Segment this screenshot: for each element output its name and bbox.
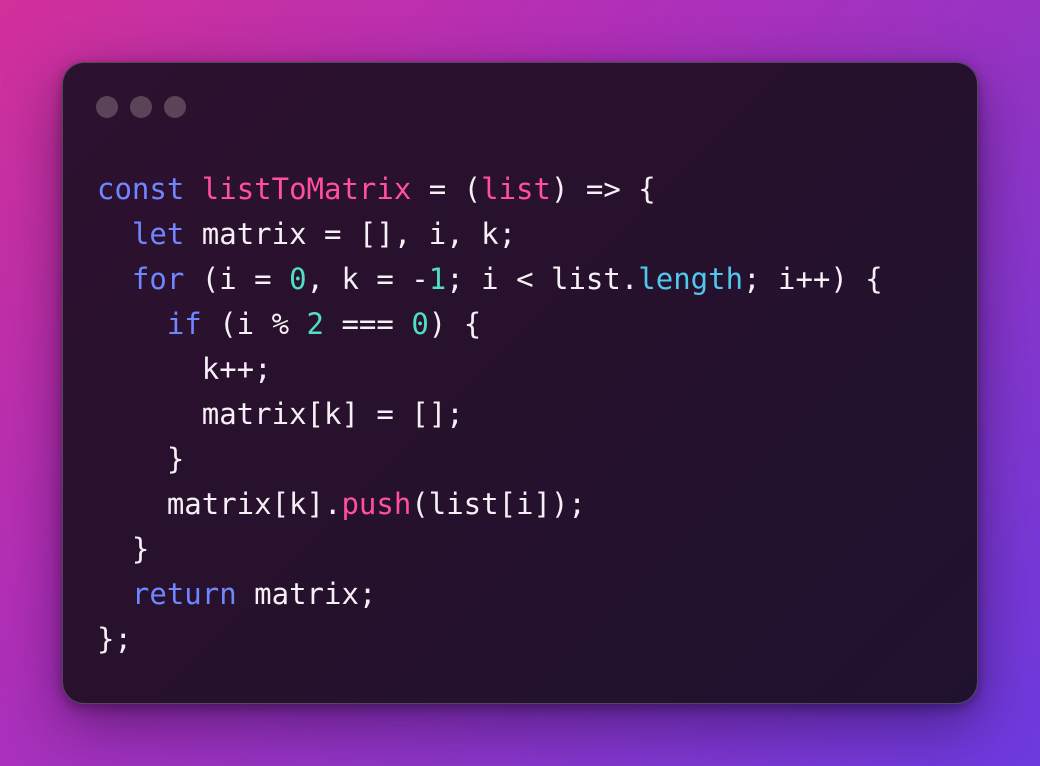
code-token: ; i < list. (446, 262, 639, 296)
code-line: }; (97, 617, 883, 662)
code-token: 1 (428, 262, 447, 296)
code-token: matrix[k] = []; (201, 397, 464, 431)
code-line: } (97, 527, 883, 572)
code-token: 0 (411, 307, 429, 341)
minimize-dot-icon[interactable] (130, 96, 152, 118)
code-token: list (481, 172, 551, 206)
code-token: const (97, 172, 185, 206)
code-line: matrix[k].push(list[i]); (97, 482, 883, 527)
code-token: length (638, 262, 744, 296)
code-token: push (341, 487, 412, 521)
code-token: for (131, 262, 185, 296)
code-token: matrix; (236, 577, 377, 611)
code-token: let (131, 217, 185, 251)
code-token: listToMatrix (201, 172, 412, 206)
code-line: if (i % 2 === 0) { (97, 302, 883, 347)
code-token: , k = - (306, 262, 429, 296)
code-token: (i % (201, 307, 307, 341)
code-line: } (97, 437, 883, 482)
code-token: k++; (201, 352, 272, 386)
code-line: matrix[k] = []; (97, 392, 883, 437)
code-token: matrix = [], i, k; (184, 217, 517, 251)
code-token: matrix[k]. (166, 487, 342, 521)
code-token: ; i++) { (743, 262, 883, 296)
code-token: 2 (306, 307, 324, 341)
window-controls (96, 96, 186, 118)
code-token: } (166, 442, 185, 476)
code-line: let matrix = [], i, k; (97, 212, 883, 257)
code-block: const listToMatrix = (list) => { let mat… (97, 167, 883, 662)
code-window: const listToMatrix = (list) => { let mat… (62, 62, 978, 704)
code-token: (i = (184, 262, 290, 296)
code-line: for (i = 0, k = -1; i < list.length; i++… (97, 257, 883, 302)
code-line: return matrix; (97, 572, 883, 617)
code-line: k++; (97, 347, 883, 392)
code-token: ) { (428, 307, 482, 341)
code-token: if (166, 307, 202, 341)
code-token: = ( (411, 172, 482, 206)
code-token: }; (97, 622, 132, 656)
code-token: (list[i]); (411, 487, 586, 521)
code-token: === (324, 307, 412, 341)
maximize-dot-icon[interactable] (164, 96, 186, 118)
code-line: const listToMatrix = (list) => { (97, 167, 883, 212)
code-token: } (131, 532, 150, 566)
close-dot-icon[interactable] (96, 96, 118, 118)
code-token: return (131, 577, 237, 611)
code-token: 0 (289, 262, 307, 296)
code-token: ) => { (550, 172, 656, 206)
